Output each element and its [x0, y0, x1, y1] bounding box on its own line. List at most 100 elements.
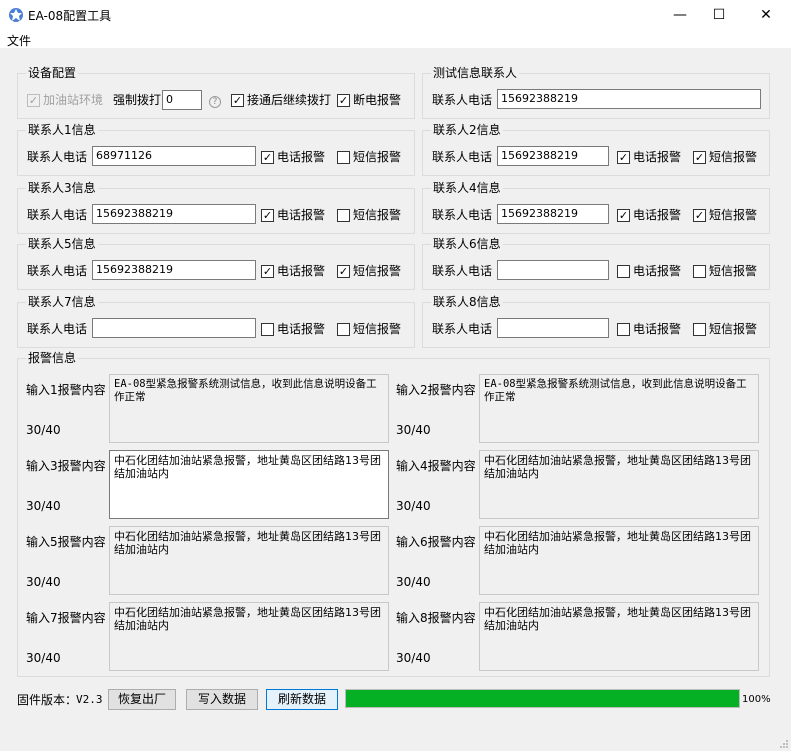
device-config-group: 设备配置 ✓ 加油站环境 强制拨打 0 ? ✓ 接通后继续拨打 ✓ 断电报警: [17, 65, 415, 119]
alarm-input-label: 输入7报警内容: [26, 611, 106, 625]
alarm-content-textarea[interactable]: EA-08型紧急报警系统测试信息，收到此信息说明设备工作正常: [479, 374, 759, 443]
sms-alarm-checkbox[interactable]: 短信报警: [693, 263, 757, 279]
test-contact-group: 测试信息联系人 联系人电话 15692388219: [422, 65, 770, 119]
contact-2-group: 联系人2信息 联系人电话 15692388219 ✓ 电话报警 ✓ 短信报警: [422, 122, 770, 176]
alarm-input-label: 输入3报警内容: [26, 459, 106, 473]
sms-alarm-checkbox[interactable]: 短信报警: [693, 321, 757, 337]
call-alarm-checkbox[interactable]: ✓ 电话报警: [261, 207, 325, 223]
checkbox-box: ✓: [261, 208, 274, 222]
checkbox-box: [337, 208, 350, 222]
alarm-char-count: 30/40: [396, 575, 431, 589]
refresh-data-button[interactable]: 刷新数据: [266, 689, 338, 710]
call-alarm-checkbox[interactable]: ✓ 电话报警: [261, 149, 325, 165]
write-data-button[interactable]: 写入数据: [186, 689, 258, 710]
contact-title: 联系人7信息: [26, 294, 98, 310]
contact-1-group: 联系人1信息 联系人电话 68971126 ✓ 电话报警 短信报警: [17, 122, 415, 176]
minimize-button[interactable]: —: [658, 0, 702, 30]
call-alarm-checkbox[interactable]: 电话报警: [617, 263, 681, 279]
test-phone-label: 联系人电话: [432, 93, 493, 107]
progress-text: 100%: [742, 694, 771, 705]
alarm-content-textarea[interactable]: 中石化团结加油站紧急报警，地址黄岛区团结路13号团结加油站内: [479, 602, 759, 671]
contact-phone-label: 联系人电话: [27, 322, 88, 336]
call-alarm-checkbox[interactable]: ✓ 电话报警: [617, 207, 681, 223]
contact-phone-label: 联系人电话: [432, 264, 493, 278]
continue-after-connect-checkbox[interactable]: ✓ 接通后继续拨打: [231, 92, 331, 108]
sms-alarm-checkbox[interactable]: 短信报警: [337, 321, 401, 337]
gas-station-env-checkbox[interactable]: ✓ 加油站环境: [27, 92, 103, 108]
checkbox-box: ✓: [261, 264, 274, 278]
alarm-input-label: 输入8报警内容: [396, 611, 476, 625]
alarm-content-textarea[interactable]: EA-08型紧急报警系统测试信息，收到此信息说明设备工作正常: [109, 374, 389, 443]
contact-phone-input[interactable]: 15692388219: [497, 204, 609, 224]
contact-phone-label: 联系人电话: [27, 264, 88, 278]
menu-file[interactable]: 文件: [7, 32, 31, 49]
firmware-label: 固件版本：: [17, 693, 78, 707]
alarm-content-textarea[interactable]: 中石化团结加油站紧急报警，地址黄岛区团结路13号团结加油站内: [479, 450, 759, 519]
sms-alarm-checkbox[interactable]: ✓ 短信报警: [693, 149, 757, 165]
call-alarm-checkbox[interactable]: 电话报警: [617, 321, 681, 337]
sms-alarm-checkbox[interactable]: ✓ 短信报警: [693, 207, 757, 223]
contact-title: 联系人5信息: [26, 236, 98, 252]
test-contact-title: 测试信息联系人: [431, 65, 520, 81]
call-alarm-checkbox[interactable]: 电话报警: [261, 321, 325, 337]
contact-title: 联系人6信息: [431, 236, 503, 252]
call-alarm-checkbox[interactable]: ✓ 电话报警: [617, 149, 681, 165]
sms-alarm-checkbox[interactable]: 短信报警: [337, 149, 401, 165]
contact-phone-input[interactable]: 15692388219: [92, 260, 256, 280]
contact-5-group: 联系人5信息 联系人电话 15692388219 ✓ 电话报警 ✓ 短信报警: [17, 236, 415, 290]
checkbox-box: [337, 322, 350, 336]
app-icon: [9, 8, 23, 22]
alarm-input-label: 输入2报警内容: [396, 383, 476, 397]
progress-fill: [346, 690, 739, 707]
window-title: EA-08配置工具: [28, 9, 112, 23]
alarm-input-label: 输入5报警内容: [26, 535, 106, 549]
close-button[interactable]: ✕: [744, 0, 788, 30]
title-bar: EA-08配置工具 — ☐ ✕: [0, 0, 791, 30]
alarm-input-label: 输入6报警内容: [396, 535, 476, 549]
contact-4-group: 联系人4信息 联系人电话 15692388219 ✓ 电话报警 ✓ 短信报警: [422, 180, 770, 234]
contact-7-group: 联系人7信息 联系人电话 电话报警 短信报警: [17, 294, 415, 348]
alarm-content-textarea[interactable]: 中石化团结加油站紧急报警，地址黄岛区团结路13号团结加油站内: [109, 602, 389, 671]
menu-bar: 文件: [0, 30, 791, 48]
progress-bar: [345, 689, 740, 708]
resize-grip-icon[interactable]: [779, 739, 789, 749]
contact-phone-label: 联系人电话: [27, 150, 88, 164]
contact-phone-input[interactable]: 15692388219: [92, 204, 256, 224]
restore-factory-button[interactable]: 恢复出厂: [108, 689, 176, 710]
device-config-title: 设备配置: [26, 65, 79, 81]
checkbox-box: ✓: [693, 150, 706, 164]
help-icon: ?: [209, 96, 221, 108]
alarm-char-count: 30/40: [396, 423, 431, 437]
contact-phone-input[interactable]: 68971126: [92, 146, 256, 166]
checkbox-box: ✓: [617, 150, 630, 164]
contact-title: 联系人4信息: [431, 180, 503, 196]
alarm-info-title: 报警信息: [26, 350, 79, 366]
contact-title: 联系人1信息: [26, 122, 98, 138]
contact-phone-input[interactable]: [497, 260, 609, 280]
alarm-char-count: 30/40: [26, 651, 61, 665]
alarm-content-textarea[interactable]: 中石化团结加油站紧急报警，地址黄岛区团结路13号团结加油站内: [479, 526, 759, 595]
checkbox-box: ✓: [693, 208, 706, 222]
contact-phone-input[interactable]: [497, 318, 609, 338]
contact-title: 联系人8信息: [431, 294, 503, 310]
sms-alarm-checkbox[interactable]: 短信报警: [337, 207, 401, 223]
alarm-content-textarea[interactable]: 中石化团结加油站紧急报警，地址黄岛区团结路13号团结加油站内: [109, 526, 389, 595]
checkbox-box: [261, 322, 274, 336]
contact-title: 联系人3信息: [26, 180, 98, 196]
checkbox-box: [617, 322, 630, 336]
force-dial-label: 强制拨打: [113, 93, 162, 107]
alarm-content-textarea[interactable]: 中石化团结加油站紧急报警，地址黄岛区团结路13号团结加油站内: [109, 450, 389, 519]
contact-phone-input[interactable]: 15692388219: [497, 146, 609, 166]
maximize-button[interactable]: ☐: [697, 0, 741, 30]
test-phone-input[interactable]: 15692388219: [497, 89, 761, 109]
alarm-char-count: 30/40: [396, 499, 431, 513]
force-dial-input[interactable]: 0: [162, 90, 202, 110]
checkbox-box: ✓: [617, 208, 630, 222]
power-off-alarm-checkbox[interactable]: ✓ 断电报警: [337, 92, 401, 108]
contact-phone-input[interactable]: [92, 318, 256, 338]
alarm-char-count: 30/40: [26, 575, 61, 589]
contact-3-group: 联系人3信息 联系人电话 15692388219 ✓ 电话报警 短信报警: [17, 180, 415, 234]
call-alarm-checkbox[interactable]: ✓ 电话报警: [261, 263, 325, 279]
sms-alarm-checkbox[interactable]: ✓ 短信报警: [337, 263, 401, 279]
checkbox-box: ✓: [337, 93, 350, 107]
